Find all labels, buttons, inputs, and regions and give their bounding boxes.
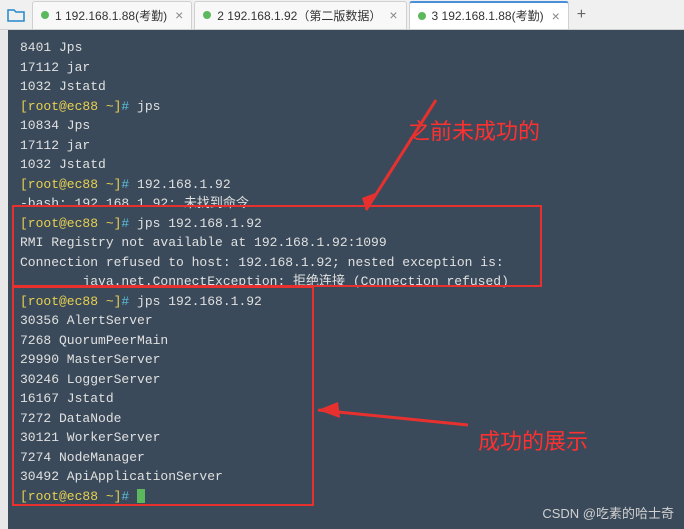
terminal-line: java.net.ConnectException: 拒绝连接 (Connect… [20,272,672,292]
close-icon[interactable]: × [389,7,397,23]
add-tab-button[interactable]: + [571,6,592,24]
close-icon[interactable]: × [175,7,183,23]
terminal-line: 17112 jar [20,136,672,156]
tab-3[interactable]: 3 192.168.1.88(考勤) × [409,1,569,29]
terminal-output: 8401 Jps17112 jar1032 Jstatd[root@ec88 ~… [20,38,672,506]
terminal-line: 30121 WorkerServer [20,428,672,448]
terminal-line: [root@ec88 ~]# jps [20,97,672,117]
tab-label: 2 192.168.1.92（第二版数据） [217,7,381,24]
terminal-line: 17112 jar [20,58,672,78]
terminal-line: 7272 DataNode [20,409,672,429]
tab-1[interactable]: 1 192.168.1.88(考勤) × [32,1,192,29]
status-dot-icon [41,11,49,19]
status-dot-icon [418,12,426,20]
close-icon[interactable]: × [552,8,560,24]
terminal-line: RMI Registry not available at 192.168.1.… [20,233,672,253]
cursor-icon [137,489,145,503]
terminal-line: 1032 Jstatd [20,155,672,175]
terminal-line: 16167 Jstatd [20,389,672,409]
terminal-line: 7274 NodeManager [20,448,672,468]
terminal-line: 7268 QuorumPeerMain [20,331,672,351]
tab-2[interactable]: 2 192.168.1.92（第二版数据） × [194,1,406,29]
terminal-line: Connection refused to host: 192.168.1.92… [20,253,672,273]
terminal-line: 1032 Jstatd [20,77,672,97]
terminal-line: 30492 ApiApplicationServer [20,467,672,487]
tab-label: 3 192.168.1.88(考勤) [432,7,544,24]
terminal-line: 30246 LoggerServer [20,370,672,390]
terminal-line: 10834 Jps [20,116,672,136]
terminal[interactable]: 8401 Jps17112 jar1032 Jstatd[root@ec88 ~… [8,30,684,529]
terminal-line: [root@ec88 ~]# jps 192.168.1.92 [20,214,672,234]
folder-icon[interactable] [4,3,28,27]
terminal-line: [root@ec88 ~]# jps 192.168.1.92 [20,292,672,312]
terminal-line: 8401 Jps [20,38,672,58]
tab-label: 1 192.168.1.88(考勤) [55,7,167,24]
terminal-line: 29990 MasterServer [20,350,672,370]
watermark: CSDN @吃素的哈士奇 [542,504,674,524]
terminal-line: [root@ec88 ~]# 192.168.1.92 [20,175,672,195]
terminal-line: -bash: 192.168.1.92: 未找到命令 [20,194,672,214]
terminal-line: 30356 AlertServer [20,311,672,331]
status-dot-icon [203,11,211,19]
tab-bar: 1 192.168.1.88(考勤) × 2 192.168.1.92（第二版数… [0,0,684,30]
